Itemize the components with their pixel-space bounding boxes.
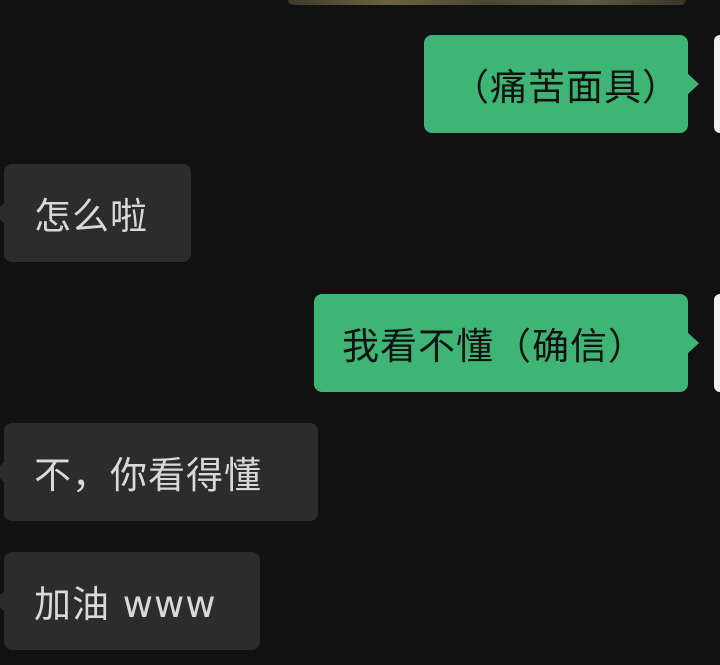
bubble-tail [0, 590, 5, 612]
previous-image-message[interactable] [288, 0, 686, 5]
bubble-tail [687, 73, 699, 95]
bubble-tail [0, 461, 5, 483]
message-text: 加油 www [34, 583, 217, 626]
bubble-tail [0, 202, 5, 224]
self-avatar[interactable] [714, 35, 720, 133]
message-bubble-incoming[interactable]: 不，你看得懂 [0, 423, 318, 521]
self-avatar[interactable] [714, 294, 720, 392]
message-text: 我看不懂（确信） [342, 325, 646, 368]
message-text: （痛苦面具） [452, 66, 680, 109]
message-text: 怎么啦 [34, 195, 148, 238]
message-bubble-outgoing[interactable]: 我看不懂（确信） [314, 294, 699, 392]
message-text: 不，你看得懂 [34, 454, 262, 497]
message-bubble-incoming[interactable]: 加油 www [0, 552, 260, 650]
message-bubble-outgoing[interactable]: （痛苦面具） [424, 35, 699, 133]
bubble-tail [687, 332, 699, 354]
message-bubble-incoming[interactable]: 怎么啦 [0, 164, 191, 262]
